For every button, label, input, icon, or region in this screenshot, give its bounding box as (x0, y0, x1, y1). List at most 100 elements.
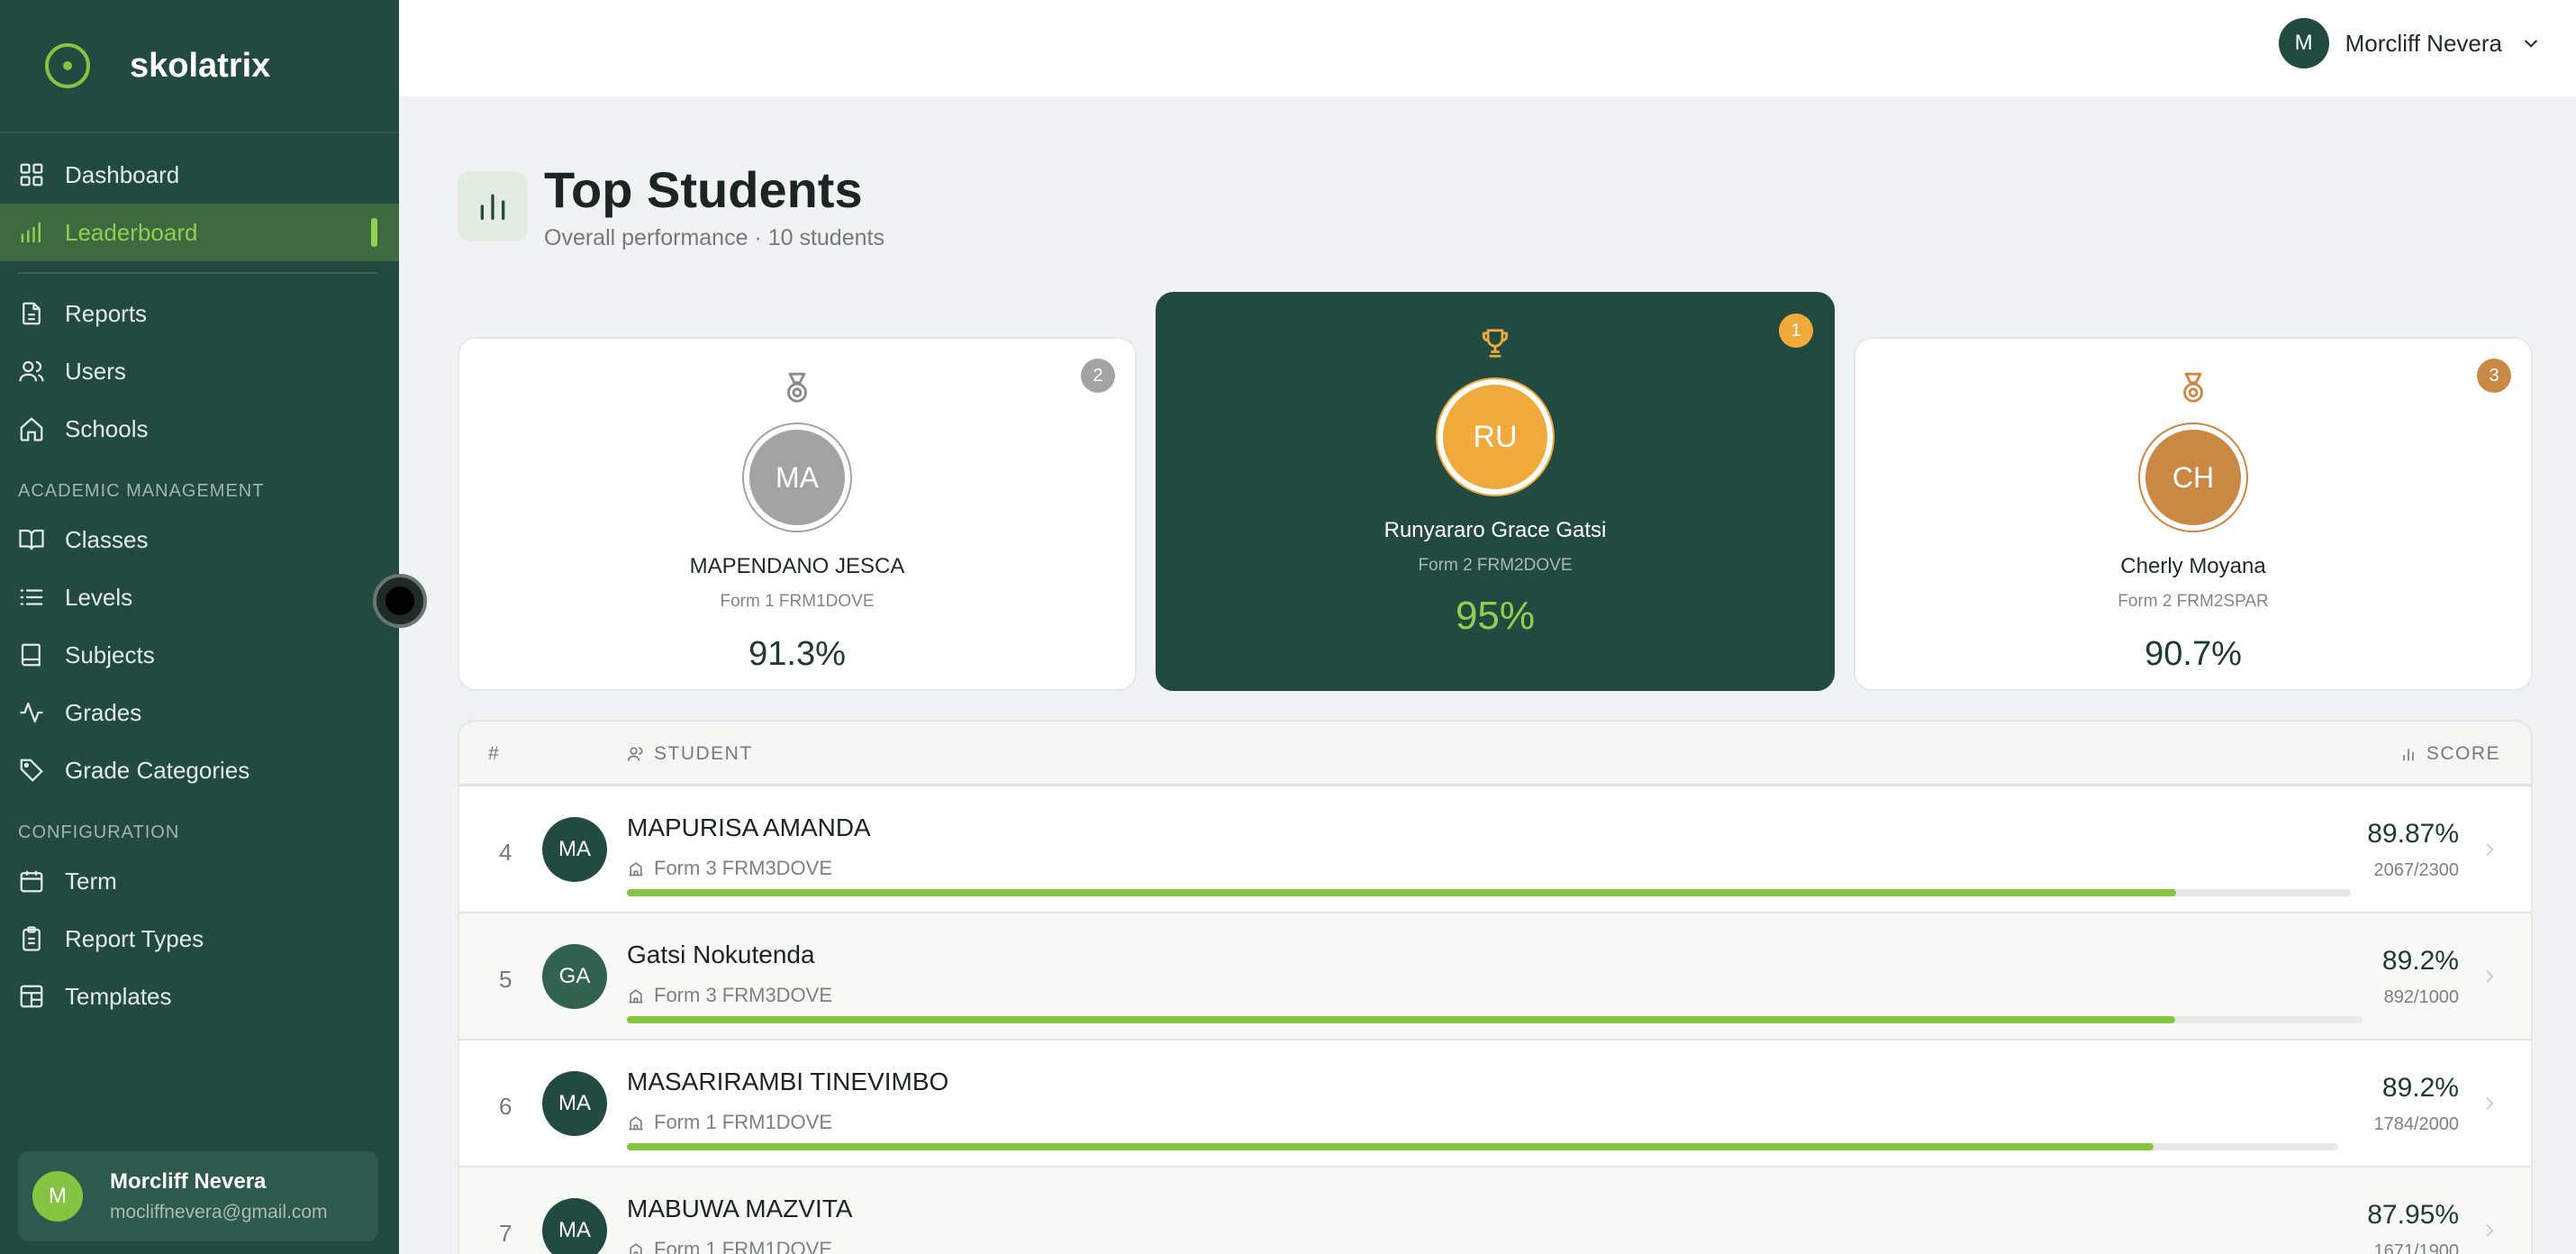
podium-name: Runyararo Grace Gatsi (1383, 518, 1607, 542)
table-row[interactable]: 4 MA MAPURISA AMANDA Form 3 FRM3DOVE 89.… (459, 786, 2531, 913)
chevron-right-icon[interactable] (2481, 1220, 2499, 1241)
sidebar-item-label: Term (65, 867, 117, 895)
score-progress-bar (627, 1016, 2363, 1023)
avatar: GA (542, 944, 607, 1009)
sidebar-item-levels[interactable]: Levels (0, 568, 399, 626)
sidebar-item-label: Dashboard (65, 160, 180, 188)
podium-name: Cherly Moyana (2120, 554, 2266, 578)
user-menu[interactable]: M Morcliff Nevera (2278, 18, 2540, 68)
bar-chart-icon (2402, 749, 2414, 761)
chevron-right-icon[interactable] (2481, 839, 2499, 860)
sidebar: skolatrix Dashboard Leaderboard Reports … (0, 0, 399, 1254)
student-class: Form 3 FRM3DOVE (627, 857, 832, 880)
avatar: MA (542, 817, 607, 882)
activity-icon (20, 702, 43, 723)
row-score: 89.2% (2381, 1073, 2459, 1103)
chevron-down-icon (2525, 40, 2537, 48)
top-bar: M Morcliff Nevera (399, 0, 2576, 96)
podium-card-third[interactable]: 3 CH Cherly Moyana Form 2 FRM2SPAR 90.7% (1854, 337, 2533, 691)
sidebar-item-schools[interactable]: Schools (0, 400, 399, 458)
sidebar-item-dashboard[interactable]: Dashboard (0, 146, 399, 204)
row-points: 2067/2300 (2373, 860, 2459, 880)
column-header-score: SCORE (2399, 743, 2500, 765)
student-class: Form 3 FRM3DOVE (627, 984, 832, 1007)
table-row[interactable]: 7 MA MABUWA MAZVITA Form 1 FRM1DOVE 87.9… (459, 1168, 2531, 1254)
book-icon (21, 643, 41, 667)
clipboard-icon (23, 926, 41, 951)
chevron-right-icon[interactable] (2481, 1093, 2499, 1114)
rank-badge: 3 (2477, 359, 2511, 393)
student-class-label: Form 1 FRM1DOVE (654, 1238, 833, 1254)
cursor-indicator (373, 574, 427, 628)
rank-badge: 1 (1779, 314, 1813, 348)
podium-score: 95% (1455, 594, 1536, 638)
user-name: Morcliff Nevera (2345, 29, 2502, 57)
student-class-label: Form 1 FRM1DOVE (654, 1111, 833, 1133)
score-progress-bar (627, 889, 2351, 896)
row-rank: 7 (499, 1220, 512, 1247)
sidebar-item-label: Grade Categories (65, 756, 250, 784)
calendar-icon (20, 870, 43, 893)
podium-class: Form 2 FRM2DOVE (1418, 556, 1573, 575)
podium-card-second[interactable]: 2 MA MAPENDANO JESCA Form 1 FRM1DOVE 91.… (458, 337, 1137, 691)
sidebar-item-label: Levels (65, 583, 133, 611)
podium-class: Form 1 FRM1DOVE (720, 592, 875, 611)
sidebar-user-card[interactable]: M Morcliff Nevera mocliffnevera@gmail.co… (18, 1151, 378, 1241)
sidebar-item-label: Report Types (65, 924, 204, 952)
school-icon (630, 1243, 642, 1254)
sidebar-item-classes[interactable]: Classes (0, 511, 399, 568)
layout-icon (20, 985, 43, 1008)
row-points: 892/1000 (2383, 987, 2459, 1007)
section-academic-management: ACADEMIC MANAGEMENT (18, 481, 265, 501)
sidebar-item-grades[interactable]: Grades (0, 684, 399, 741)
row-rank: 6 (499, 1093, 512, 1120)
podium-score: 90.7% (2145, 635, 2242, 673)
users-icon (19, 360, 44, 382)
student-name: Gatsi Nokutenda (627, 940, 815, 968)
sidebar-nav: Dashboard Leaderboard Reports Users Scho… (0, 133, 399, 1025)
column-header-student: STUDENT (627, 743, 753, 765)
sidebar-item-reports[interactable]: Reports (0, 285, 399, 342)
podium-score: 91.3% (748, 635, 846, 673)
table-row[interactable]: 6 MA MASARIRAMBI TINEVIMBO Form 1 FRM1DO… (459, 1040, 2531, 1168)
student-name: MABUWA MAZVITA (627, 1195, 853, 1222)
score-progress-fill (627, 889, 2177, 896)
score-progress-bar (627, 1143, 2338, 1150)
brand[interactable]: skolatrix (0, 0, 399, 133)
sidebar-item-label: Templates (65, 982, 172, 1010)
sidebar-item-subjects[interactable]: Subjects (0, 626, 399, 684)
users-icon (627, 747, 643, 761)
sidebar-user-email: mocliffnevera@gmail.com (110, 1202, 328, 1222)
table-row[interactable]: 5 GA Gatsi Nokutenda Form 3 FRM3DOVE 89.… (459, 913, 2531, 1040)
brand-name: skolatrix (130, 46, 271, 85)
avatar: MA (542, 1198, 607, 1254)
logo-icon (45, 43, 90, 88)
sidebar-item-label: Subjects (65, 641, 155, 668)
avatar: M (2278, 18, 2329, 68)
sidebar-item-label: Leaderboard (65, 218, 198, 246)
student-name: MASARIRAMBI TINEVIMBO (627, 1068, 949, 1095)
sidebar-item-label: Schools (65, 414, 149, 442)
file-icon (23, 302, 41, 325)
sidebar-item-templates[interactable]: Templates (0, 968, 399, 1025)
row-score: 87.95% (2367, 1200, 2459, 1230)
trophy-icon (1482, 329, 1509, 358)
podium-name: MAPENDANO JESCA (689, 554, 905, 578)
school-icon (629, 989, 643, 1004)
chevron-right-icon[interactable] (2481, 966, 2499, 987)
page-icon (458, 171, 528, 241)
sidebar-item-report-types[interactable]: Report Types (0, 910, 399, 968)
sidebar-item-term[interactable]: Term (0, 852, 399, 910)
podium-card-first[interactable]: 1 RU Runyararo Grace Gatsi Form 2 FRM2DO… (1156, 292, 1835, 691)
divider (18, 272, 377, 274)
sidebar-item-label: Reports (65, 299, 148, 327)
avatar: MA (542, 1071, 607, 1136)
sidebar-item-leaderboard[interactable]: Leaderboard (0, 204, 399, 261)
avatar: RU (1438, 379, 1553, 495)
sidebar-item-users[interactable]: Users (0, 342, 399, 400)
medal-icon (787, 372, 807, 403)
row-points: 1671/1900 (2373, 1241, 2459, 1254)
home-icon (20, 417, 43, 441)
column-header-label: SCORE (2426, 743, 2500, 764)
sidebar-item-grade-categories[interactable]: Grade Categories (0, 741, 399, 799)
